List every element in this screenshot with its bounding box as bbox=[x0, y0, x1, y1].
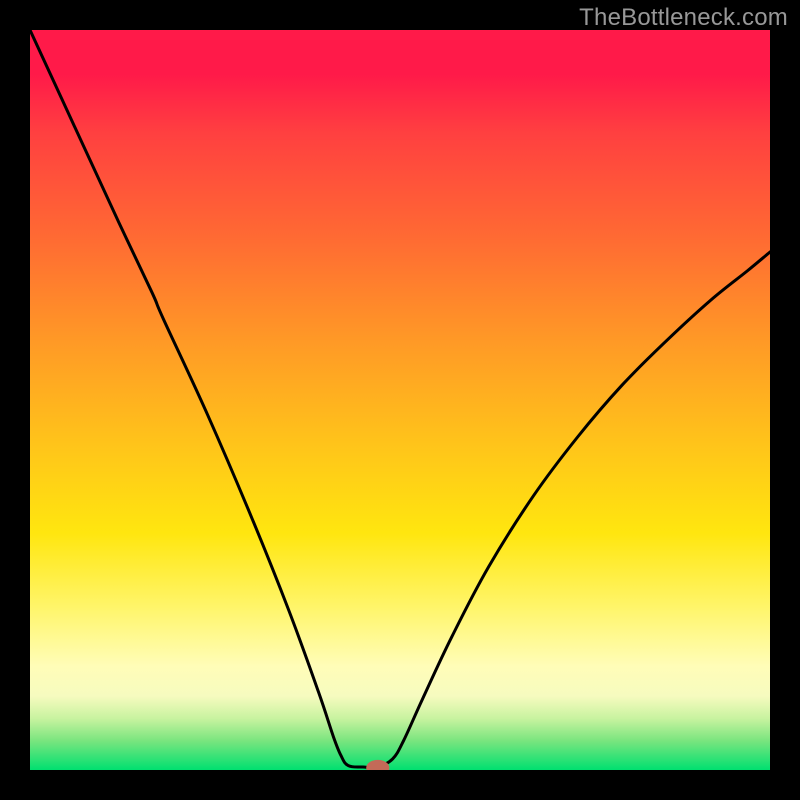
chart-container: TheBottleneck.com bbox=[0, 0, 800, 800]
plot-area bbox=[30, 30, 770, 770]
optimal-marker bbox=[367, 760, 389, 770]
watermark-text: TheBottleneck.com bbox=[579, 4, 788, 32]
bottleneck-curve bbox=[30, 30, 770, 768]
curve-svg bbox=[30, 30, 770, 770]
